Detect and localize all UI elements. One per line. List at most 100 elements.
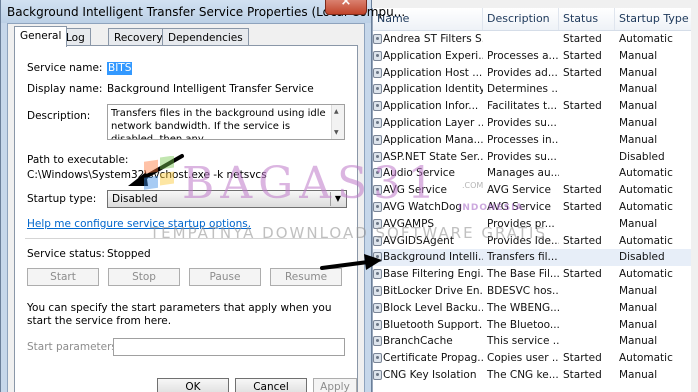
service-startup-type-cell: Manual xyxy=(619,217,658,230)
service-name-cell: Background Intelli... xyxy=(383,251,483,264)
table-row[interactable]: AVGIDSAgent Provides Ide... Started Automat… xyxy=(373,233,691,250)
chevron-down-icon[interactable]: ▼ xyxy=(330,192,345,206)
service-name-cell: Certificate Propag... xyxy=(383,352,483,365)
service-status-cell: Started xyxy=(563,100,602,113)
table-row[interactable]: Audio Service Manages au... Automatic xyxy=(373,165,691,182)
service-description-cell: This service ... xyxy=(487,335,559,348)
startup-type-value: Disabled xyxy=(112,193,158,205)
apply-button[interactable]: Apply xyxy=(313,378,357,392)
table-row[interactable]: Certificate Propag... Copies user ... Star… xyxy=(373,350,691,367)
service-status-cell: Started xyxy=(563,234,602,247)
service-description-cell: Transfers fil... xyxy=(487,251,558,264)
tab-general[interactable]: General xyxy=(14,26,68,47)
service-startup-type-cell: Automatic xyxy=(619,33,673,45)
column-header-status[interactable]: Status xyxy=(559,8,615,30)
column-header-description[interactable]: Description xyxy=(483,8,559,30)
service-status-cell xyxy=(559,81,615,98)
service-name-cell: Audio Service xyxy=(383,167,455,180)
table-row[interactable]: CNG Key Isolation The CNG ke... Started Man… xyxy=(373,367,691,384)
service-description-cell: Determines ... xyxy=(487,83,559,96)
service-description-cell: Copies user ... xyxy=(487,352,559,365)
table-row[interactable]: Application Infor... Facilitates t... Star… xyxy=(373,98,691,115)
service-description-cell: The WBENG... xyxy=(487,301,559,314)
service-name-cell: Application Mana... xyxy=(383,133,483,146)
service-name-cell: AVG WatchDog xyxy=(383,200,463,213)
service-status-cell: Started xyxy=(563,184,602,197)
table-row[interactable]: Application Layer ... Provides su... Manua… xyxy=(373,115,691,132)
service-startup-type-cell: Manual xyxy=(619,318,658,331)
service-description-cell: BDESVC hos... xyxy=(487,284,559,297)
service-name-cell: AVGAMPS xyxy=(383,217,435,230)
service-startup-type-cell: Manual xyxy=(619,49,658,62)
service-startup-type-cell: Manual xyxy=(619,83,658,96)
service-startup-type-cell: Manual xyxy=(619,66,658,79)
stop-button[interactable]: Stop xyxy=(108,268,180,286)
startup-type-select[interactable]: Disabled ▼ xyxy=(107,190,347,208)
cancel-button[interactable]: Cancel xyxy=(235,378,307,392)
service-status-cell xyxy=(559,283,615,300)
service-name-cell: ASP.NET State Ser... xyxy=(383,150,483,163)
service-name-cell: Andrea ST Filters S... xyxy=(383,33,483,45)
service-status-cell xyxy=(559,300,615,317)
startup-type-label: Startup type: xyxy=(27,193,97,205)
service-startup-type-cell: Manual xyxy=(619,335,658,348)
service-startup-type-cell: Automatic xyxy=(619,234,673,247)
tab-recovery[interactable]: Recovery xyxy=(108,28,169,46)
service-name-value[interactable]: BITS xyxy=(107,62,133,75)
service-status-cell xyxy=(559,216,615,233)
service-description-cell: Provides su... xyxy=(487,150,557,163)
service-name-cell: Bluetooth Support... xyxy=(383,318,483,331)
service-startup-type-cell: Disabled xyxy=(619,150,665,163)
service-description-cell: AVG Service xyxy=(487,200,551,213)
service-description-cell: The Base Fil... xyxy=(487,268,559,281)
service-status-cell: Started xyxy=(563,368,602,381)
service-status-cell: Started xyxy=(563,268,602,281)
start-button[interactable]: Start xyxy=(27,268,99,286)
table-row[interactable]: Application Mana... Processes in... Manual xyxy=(373,132,691,149)
table-row[interactable]: ASP.NET State Ser... Provides su... Disabl… xyxy=(373,149,691,166)
divider xyxy=(25,238,347,239)
display-name-label: Display name: xyxy=(27,83,103,95)
description-box[interactable]: Transfers files in the background using … xyxy=(107,104,345,140)
service-startup-type-cell: Automatic xyxy=(619,352,673,365)
close-button[interactable]: × xyxy=(325,0,367,15)
service-startup-type-cell: Manual xyxy=(619,116,658,129)
table-row[interactable]: Background Intelli... Transfers fil... Dis… xyxy=(373,249,691,267)
services-rows: Andrea ST Filters S... Started Automatic Ap… xyxy=(373,31,691,384)
table-row[interactable]: Andrea ST Filters S... Started Automatic xyxy=(373,31,691,48)
service-name-cell: Application Host ... xyxy=(383,66,483,79)
service-status-cell: Started xyxy=(563,352,602,365)
table-row[interactable]: Application Experi... Processes a... Start… xyxy=(373,48,691,65)
description-scrollbar[interactable] xyxy=(331,105,344,139)
service-startup-type-cell: Manual xyxy=(619,133,658,146)
table-row[interactable]: Block Level Backu... The WBENG... Manual xyxy=(373,300,691,317)
table-row[interactable]: AVG Service AVG Service Started Automatic xyxy=(373,182,691,199)
pause-button[interactable]: Pause xyxy=(189,268,261,286)
table-row[interactable]: Base Filtering Engi... The Base Fil... Sta… xyxy=(373,266,691,283)
help-startup-options-link[interactable]: Help me configure service startup option… xyxy=(27,218,251,230)
table-row[interactable]: Application Host ... Provides ad... Starte… xyxy=(373,65,691,82)
start-parameters-input[interactable] xyxy=(113,338,345,356)
service-status-cell: Started xyxy=(563,33,602,45)
table-row[interactable]: BitLocker Drive En... BDESVC hos... Manual xyxy=(373,283,691,300)
service-description-cell: Provides su... xyxy=(487,116,557,129)
table-row[interactable]: BranchCache This service ... Manual xyxy=(373,333,691,350)
tab-dependencies[interactable]: Dependencies xyxy=(162,28,249,46)
column-header-startup-type[interactable]: Startup Type xyxy=(615,8,691,30)
table-row[interactable]: AVG WatchDog AVG Service Started Automatic xyxy=(373,199,691,216)
service-status-cell: Started xyxy=(563,200,602,213)
table-row[interactable]: Bluetooth Support... The Bluetoo... Manual xyxy=(373,317,691,334)
dialog-titlebar[interactable]: Background Intelligent Transfer Service … xyxy=(1,0,405,23)
table-row[interactable]: Application Identity Determines ... Manual xyxy=(373,81,691,98)
service-description-cell: Processes in... xyxy=(487,133,559,146)
path-label: Path to executable: xyxy=(27,154,129,166)
service-startup-type-cell: Manual xyxy=(619,368,658,381)
table-row[interactable]: AVGAMPS Provides pr... Manual xyxy=(373,216,691,233)
ok-button[interactable]: OK xyxy=(157,378,229,392)
dialog-client: General Log On Recovery Dependencies Ser… xyxy=(7,23,365,392)
service-name-cell: Block Level Backu... xyxy=(383,301,483,314)
display-name-value[interactable]: Background Intelligent Transfer Service xyxy=(107,83,314,95)
service-description-cell: AVG Service xyxy=(487,184,551,197)
service-startup-type-cell: Manual xyxy=(619,301,658,314)
service-startup-type-cell: Disabled xyxy=(619,251,665,264)
